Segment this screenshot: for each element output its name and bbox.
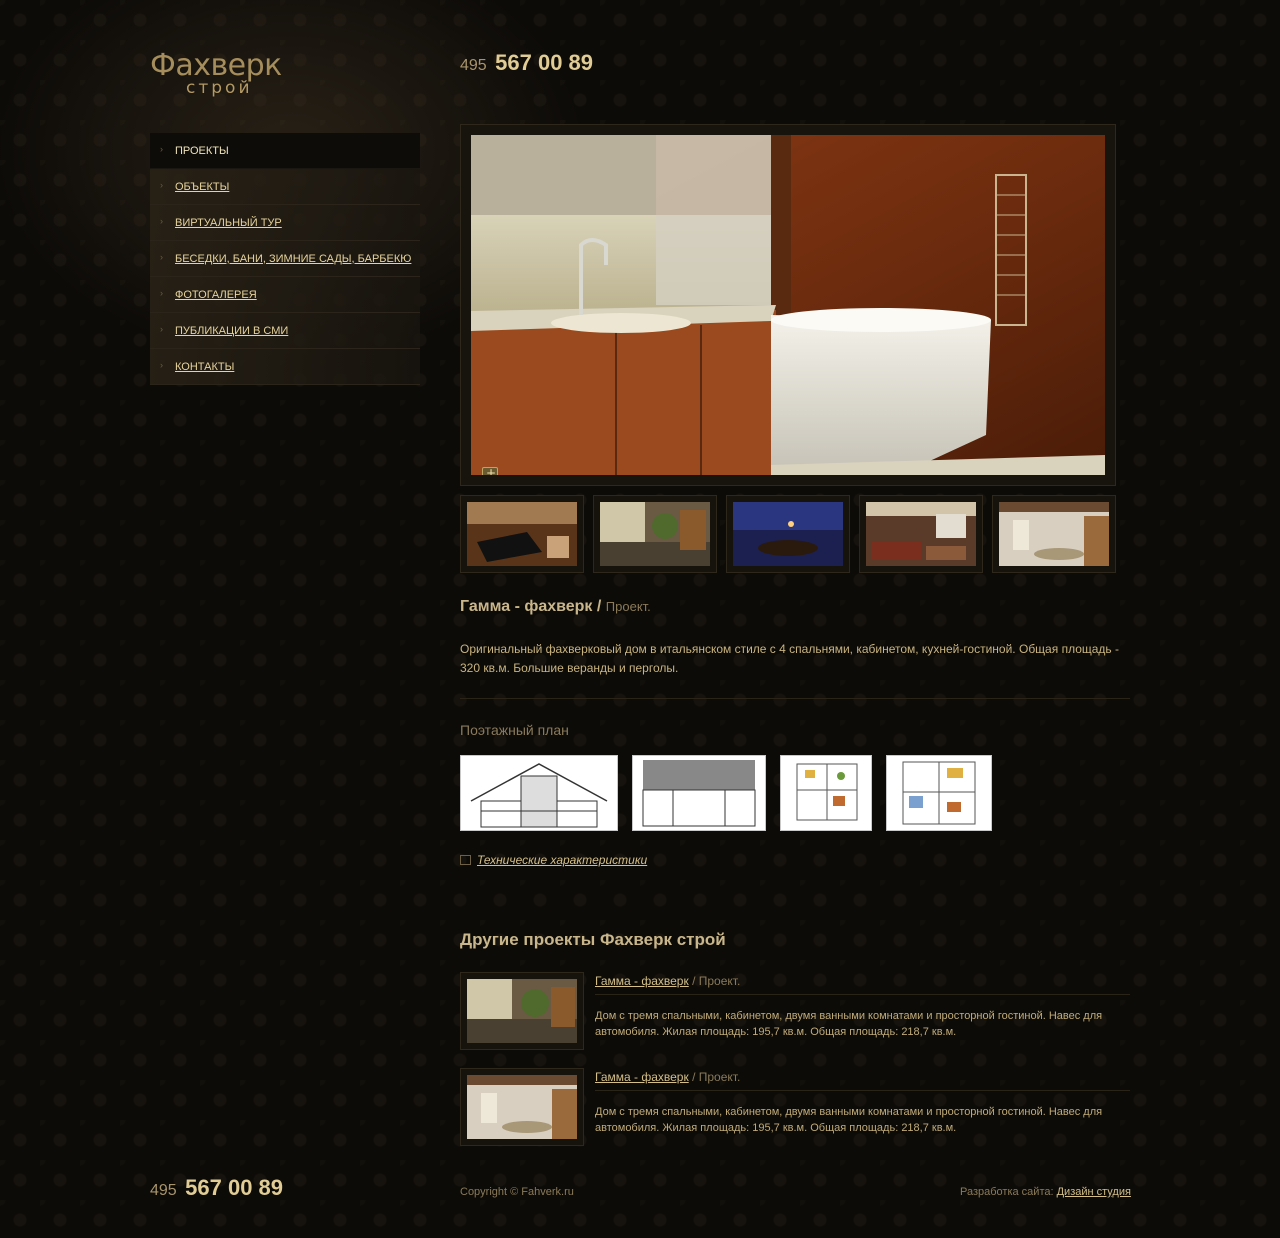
other-project-title: Гамма - фахверк / Проект.: [595, 974, 741, 988]
bathroom-photo: [471, 135, 1105, 475]
other-project-description: Дом с тремя спальными, кабинетом, двумя …: [595, 1106, 1103, 1134]
chevron-right-icon: ›: [160, 324, 163, 334]
chevron-right-icon: ›: [160, 216, 163, 226]
chevron-right-icon: ›: [160, 144, 163, 154]
nav-item-label: Публикации в СМИ: [175, 324, 289, 337]
document-icon: [460, 855, 471, 865]
chevron-right-icon: ›: [160, 360, 163, 370]
thumbnail[interactable]: [859, 495, 983, 573]
project-description: Оригинальный фахверковый дом в итальянск…: [460, 642, 1120, 675]
project-name: Гамма - фахверк /: [460, 598, 602, 615]
thumbnail-image: [999, 502, 1109, 566]
zoom-in-icon[interactable]: [482, 466, 498, 475]
chevron-right-icon: ›: [160, 288, 163, 298]
nav-item-label: Виртуальный тур: [175, 216, 282, 229]
nav-item-gazebos[interactable]: › Беседки, бани, зимние сады, барбекю: [150, 241, 420, 277]
thumbnail-image: [467, 1075, 577, 1139]
photo-thumbnails: [460, 495, 1116, 573]
thumbnail[interactable]: [593, 495, 717, 573]
phone-code: 495: [460, 57, 487, 74]
phone-digits: 567 00 89: [185, 1175, 284, 1200]
thumbnail-image: [467, 502, 577, 566]
divider: [595, 1090, 1130, 1091]
other-project-link[interactable]: Гамма - фахверк: [595, 974, 689, 988]
other-project-thumbnail[interactable]: [460, 1068, 584, 1146]
main-photo-frame: [460, 124, 1116, 486]
project-title: Гамма - фахверк / Проект.: [460, 598, 651, 616]
floor-plan-thumbnail[interactable]: [460, 755, 618, 831]
other-project-thumbnail[interactable]: [460, 972, 584, 1050]
floor-plan-thumbnail[interactable]: [632, 755, 766, 831]
other-project-description: Дом с тремя спальными, кабинетом, двумя …: [595, 1010, 1103, 1038]
facade-drawing: [642, 760, 756, 827]
tech-specs-link[interactable]: Технические характеристики: [460, 853, 647, 867]
thumbnail-image: [600, 502, 710, 566]
divider: [595, 994, 1130, 995]
thumbnail[interactable]: [992, 495, 1116, 573]
nav-item-label: Контакты: [175, 360, 235, 373]
other-project-link[interactable]: Гамма - фахверк: [595, 1070, 689, 1084]
phone-code: 495: [150, 1182, 177, 1199]
copyright: Copyright © Fahverk.ru: [460, 1186, 574, 1198]
facade-drawing: [470, 763, 608, 828]
nav-item-projects[interactable]: › Проекты: [150, 133, 420, 169]
floor-plan-thumbnail[interactable]: [886, 755, 992, 831]
thumbnail[interactable]: [726, 495, 850, 573]
thumbnail-image: [733, 502, 843, 566]
nav-item-contacts[interactable]: › Контакты: [150, 349, 420, 385]
tech-specs-label: Технические характеристики: [477, 853, 648, 867]
other-projects-heading: Другие проекты Фахверк строй: [460, 930, 726, 949]
phone-digits: 567 00 89: [495, 50, 594, 75]
thumbnail-image: [866, 502, 976, 566]
nav-item-gallery[interactable]: › Фотогалерея: [150, 277, 420, 313]
chevron-right-icon: ›: [160, 180, 163, 190]
nav-item-label: Проекты: [175, 144, 229, 157]
main-navigation: › Проекты › Объекты › Виртуальный тур › …: [150, 133, 420, 385]
thumbnail[interactable]: [460, 495, 584, 573]
other-project-item: Гамма - фахверк / Проект. Дом с тремя сп…: [460, 1068, 1130, 1148]
developer-link[interactable]: Дизайн студия: [1057, 1186, 1131, 1198]
floor-plan-drawing: [902, 761, 976, 825]
developer-label: Разработка сайта:: [960, 1186, 1054, 1198]
other-project-item: Гамма - фахверк / Проект. Дом с тремя сп…: [460, 972, 1130, 1052]
nav-item-label: Беседки, бани, зимние сады, барбекю: [175, 252, 412, 265]
floor-plan-drawing: [796, 763, 858, 821]
nav-item-objects[interactable]: › Объекты: [150, 169, 420, 205]
other-project-type: Проект.: [698, 974, 741, 988]
project-type: Проект.: [605, 599, 651, 614]
thumbnail-image: [467, 979, 577, 1043]
chevron-right-icon: ›: [160, 252, 163, 262]
divider: [460, 698, 1130, 699]
phone-number-footer: 495 567 00 89: [150, 1175, 283, 1201]
nav-item-virtual-tour[interactable]: › Виртуальный тур: [150, 205, 420, 241]
nav-item-label: Объекты: [175, 180, 230, 193]
floor-plan-heading: Поэтажный план: [460, 722, 569, 738]
floor-plan-thumbnail[interactable]: [780, 755, 872, 831]
other-project-type: Проект.: [698, 1070, 741, 1084]
other-project-title: Гамма - фахверк / Проект.: [595, 1070, 741, 1084]
main-photo[interactable]: [471, 135, 1105, 475]
logo[interactable]: Фахверк строй: [150, 48, 300, 100]
nav-item-publications[interactable]: › Публикации в СМИ: [150, 313, 420, 349]
developer-credit: Разработка сайта: Дизайн студия: [960, 1186, 1131, 1198]
nav-item-label: Фотогалерея: [175, 288, 257, 301]
phone-number-header: 495 567 00 89: [460, 50, 593, 76]
logo-subtitle: строй: [186, 78, 253, 98]
